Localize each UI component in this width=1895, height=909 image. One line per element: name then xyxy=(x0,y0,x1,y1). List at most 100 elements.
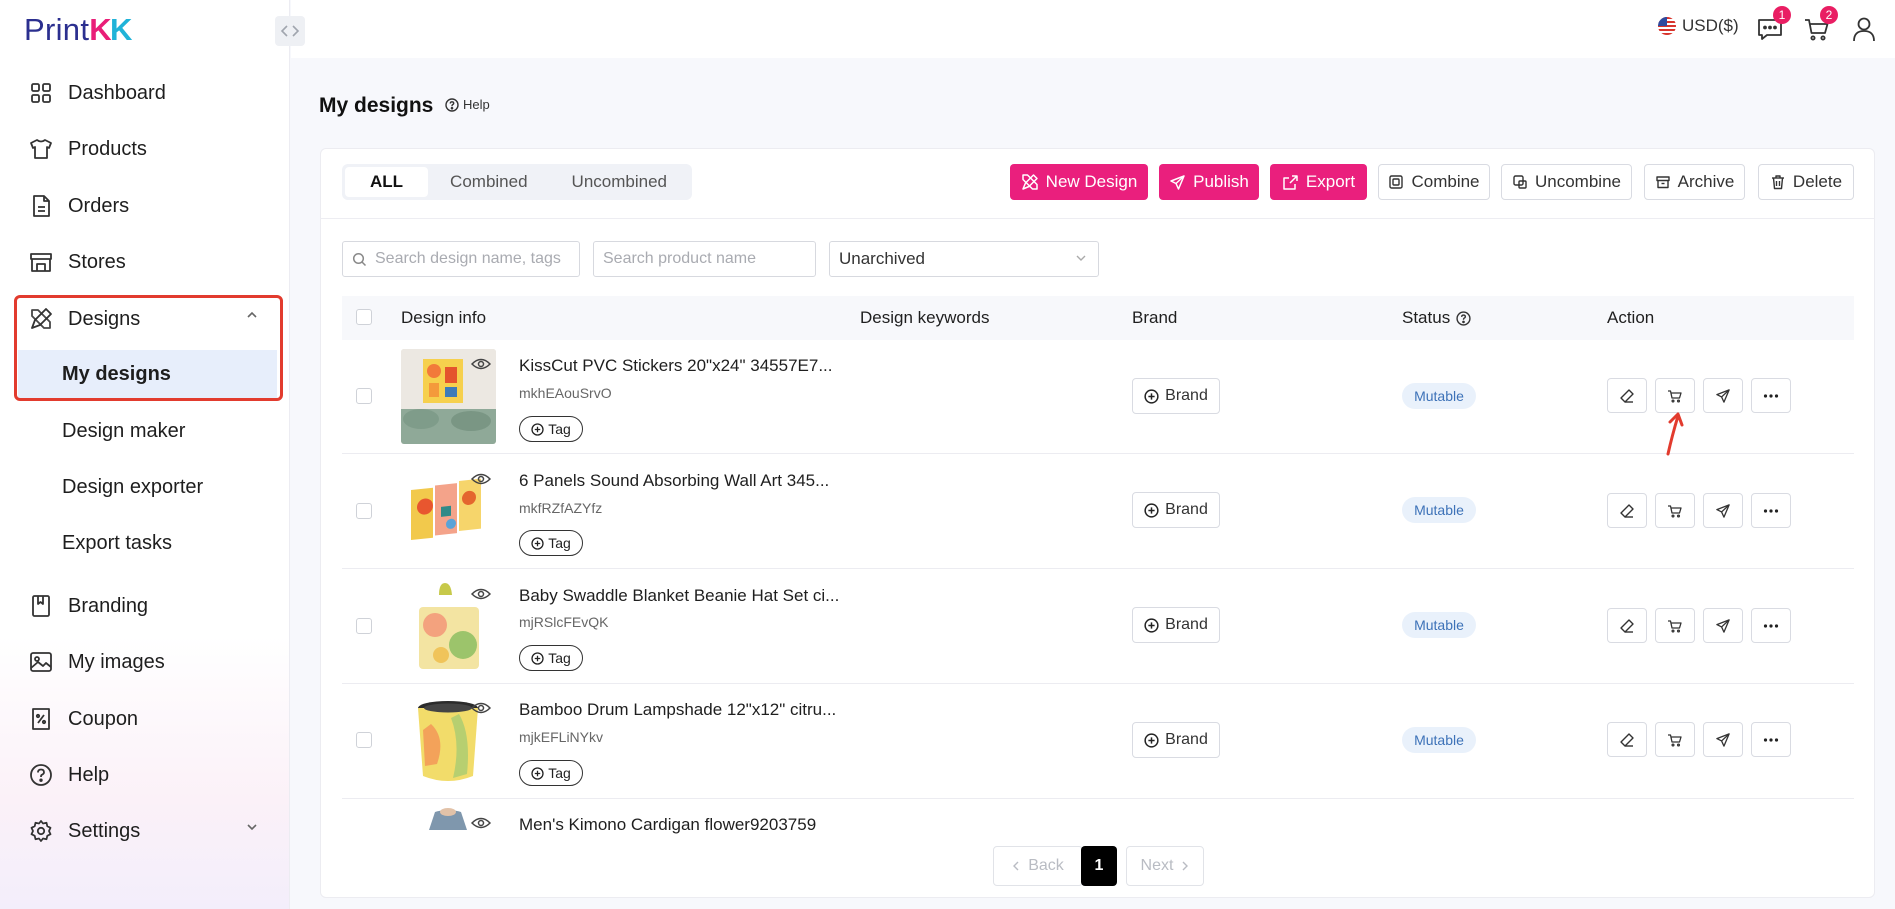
code-chevrons-icon xyxy=(280,25,300,37)
more-button[interactable] xyxy=(1751,722,1791,757)
chevron-left-icon xyxy=(1013,861,1019,871)
messages-button[interactable]: 1 xyxy=(1755,6,1791,44)
dashboard-grid-icon xyxy=(28,80,54,106)
sidebar-item-settings[interactable]: Settings xyxy=(18,806,280,856)
sidebar-subitem-design-maker[interactable]: Design maker xyxy=(18,407,280,455)
sidebar-collapse-button[interactable] xyxy=(275,16,305,46)
preview-eye-icon[interactable] xyxy=(471,587,491,601)
cart-button[interactable]: 2 xyxy=(1802,6,1838,44)
card-divider xyxy=(320,218,1875,219)
tab-all[interactable]: ALL xyxy=(345,167,429,197)
add-brand-button[interactable]: Brand xyxy=(1132,378,1220,414)
preview-eye-icon[interactable] xyxy=(471,701,491,715)
sidebar-item-designs[interactable]: Designs xyxy=(18,294,280,344)
edit-button[interactable] xyxy=(1607,608,1647,643)
preview-eye-icon[interactable] xyxy=(471,816,491,830)
trash-icon xyxy=(1771,175,1784,190)
order-button[interactable] xyxy=(1655,722,1695,757)
design-name[interactable]: Men's Kimono Cardigan flower9203759 xyxy=(519,815,816,835)
sidebar-item-label: Designs xyxy=(68,307,141,330)
add-tag-button[interactable]: Tag xyxy=(519,760,583,786)
publish-button[interactable]: Publish xyxy=(1159,164,1259,200)
row-checkbox[interactable] xyxy=(356,732,372,748)
delete-button[interactable]: Delete xyxy=(1758,164,1854,200)
export-button[interactable]: Export xyxy=(1270,164,1367,200)
sidebar-item-my-images[interactable]: My images xyxy=(18,637,280,687)
brand-label: Brand xyxy=(1165,731,1208,748)
add-brand-button[interactable]: Brand xyxy=(1132,492,1220,528)
sidebar-subitem-label: My designs xyxy=(62,362,171,385)
add-tag-button[interactable]: Tag xyxy=(519,416,583,442)
publish-row-button[interactable] xyxy=(1703,493,1743,528)
search-product-input[interactable]: Search product name xyxy=(593,241,816,277)
tab-combined[interactable]: Combined xyxy=(428,167,550,197)
preview-eye-icon[interactable] xyxy=(471,357,491,371)
help-label: Help xyxy=(463,97,490,112)
sidebar-item-orders[interactable]: Orders xyxy=(18,181,280,231)
question-circle-icon xyxy=(445,97,459,112)
new-design-button[interactable]: New Design xyxy=(1010,164,1148,200)
design-code: mjkEFLiNYkv xyxy=(519,729,604,745)
design-name[interactable]: Baby Swaddle Blanket Beanie Hat Set ci..… xyxy=(519,586,839,606)
chevron-up-icon[interactable] xyxy=(246,311,258,319)
combine-button[interactable]: Combine xyxy=(1378,164,1490,200)
edit-button[interactable] xyxy=(1607,722,1647,757)
search-product-placeholder: Search product name xyxy=(603,250,756,267)
tab-uncombined[interactable]: Uncombined xyxy=(550,167,689,197)
row-checkbox[interactable] xyxy=(356,388,372,404)
pagination-next-button[interactable]: Next xyxy=(1126,846,1204,886)
sidebar-subitem-my-designs[interactable]: My designs xyxy=(18,350,277,398)
pagination-back-button[interactable]: Back xyxy=(993,846,1083,886)
publish-row-button[interactable] xyxy=(1703,722,1743,757)
sidebar-item-branding[interactable]: Branding xyxy=(18,581,280,631)
edit-button[interactable] xyxy=(1607,493,1647,528)
more-button[interactable] xyxy=(1751,493,1791,528)
preview-eye-icon[interactable] xyxy=(471,472,491,486)
row-divider xyxy=(342,798,1854,799)
order-button[interactable] xyxy=(1655,608,1695,643)
help-link[interactable]: Help xyxy=(445,97,490,112)
add-brand-button[interactable]: Brand xyxy=(1132,722,1220,758)
publish-row-button[interactable] xyxy=(1703,608,1743,643)
sidebar-item-help[interactable]: Help xyxy=(18,750,280,800)
more-dots-icon xyxy=(1763,508,1779,513)
add-tag-button[interactable]: Tag xyxy=(519,645,583,671)
add-tag-button[interactable]: Tag xyxy=(519,530,583,556)
header-brand: Brand xyxy=(1132,308,1178,327)
archive-button[interactable]: Archive xyxy=(1644,164,1745,200)
archive-status-select[interactable]: Unarchived xyxy=(829,241,1099,277)
row-checkbox[interactable] xyxy=(356,503,372,519)
sidebar-item-dashboard[interactable]: Dashboard xyxy=(18,68,280,118)
more-button[interactable] xyxy=(1751,378,1791,413)
design-name[interactable]: Bamboo Drum Lampshade 12"x12" citru... xyxy=(519,700,836,720)
currency-selector[interactable]: USD($) xyxy=(1658,16,1739,36)
sidebar-item-stores[interactable]: Stores xyxy=(18,237,280,287)
sidebar-subitem-design-exporter[interactable]: Design exporter xyxy=(18,463,280,511)
order-button[interactable] xyxy=(1655,493,1695,528)
publish-row-button[interactable] xyxy=(1703,378,1743,413)
add-brand-button[interactable]: Brand xyxy=(1132,607,1220,643)
sidebar-item-products[interactable]: Products xyxy=(18,124,280,174)
tag-label: Tag xyxy=(548,650,571,666)
design-name[interactable]: KissCut PVC Stickers 20"x24" 34557E7... xyxy=(519,356,833,376)
account-button[interactable] xyxy=(1849,14,1879,44)
cart-badge: 2 xyxy=(1820,6,1838,24)
row-checkbox[interactable] xyxy=(356,618,372,634)
printkk-logo[interactable]: PrintKK xyxy=(24,12,133,48)
currency-label: USD($) xyxy=(1682,16,1739,35)
search-design-input[interactable]: Search design name, tags xyxy=(342,241,580,277)
send-icon xyxy=(1716,388,1730,403)
design-name[interactable]: 6 Panels Sound Absorbing Wall Art 345... xyxy=(519,471,829,491)
edit-button[interactable] xyxy=(1607,378,1647,413)
uncombine-button[interactable]: Uncombine xyxy=(1501,164,1632,200)
sidebar-item-label: My images xyxy=(68,650,165,673)
sidebar-subitem-export-tasks[interactable]: Export tasks xyxy=(18,519,280,567)
more-button[interactable] xyxy=(1751,608,1791,643)
chevron-down-icon[interactable] xyxy=(246,823,258,831)
send-icon xyxy=(1716,732,1730,747)
sidebar-item-coupon[interactable]: Coupon xyxy=(18,694,280,744)
red-arrow-annotation xyxy=(1660,408,1688,458)
select-all-checkbox[interactable] xyxy=(356,309,372,325)
eraser-icon xyxy=(1620,388,1634,403)
pagination-page-1[interactable]: 1 xyxy=(1081,846,1117,886)
